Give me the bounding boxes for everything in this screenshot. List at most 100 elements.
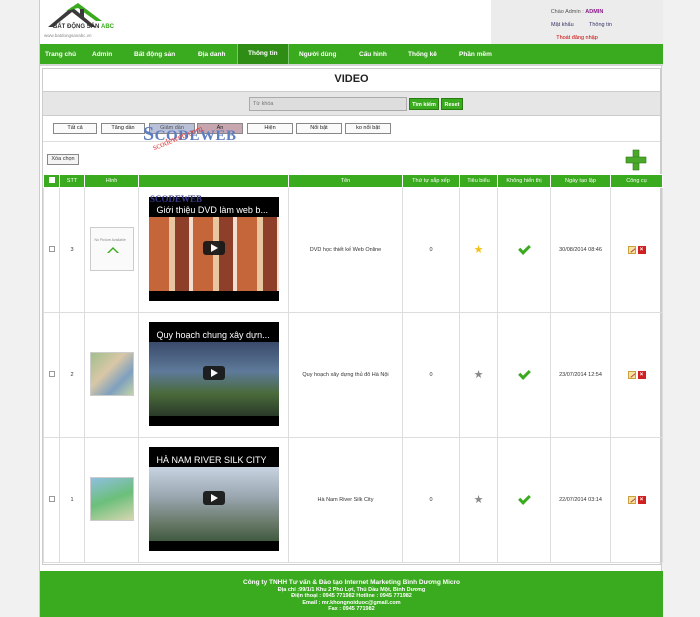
nav-item-real-estate[interactable]: Bất động sản — [134, 51, 175, 58]
video-player[interactable]: Quy hoạch chung xây dựn... — [148, 322, 279, 426]
delete-icon[interactable]: × — [637, 496, 646, 504]
page-title: VIDEO — [334, 73, 369, 85]
no-picture-thumbnail[interactable]: No Picture Available — [89, 227, 134, 271]
star-not-featured-icon[interactable]: ★ — [474, 494, 484, 506]
row-name: DVD học thiết kế Web Online — [288, 187, 403, 313]
col-header-tools: Công cụ — [610, 174, 663, 188]
nav-item-admin[interactable]: Admin — [92, 51, 112, 58]
row-tools-cell: × — [610, 312, 663, 438]
col-header-order: Thứ tự sắp xếp — [402, 174, 460, 188]
checkmark-icon[interactable] — [517, 244, 531, 254]
star-not-featured-icon[interactable]: ★ — [474, 369, 484, 381]
nav-item-places[interactable]: Địa danh — [198, 51, 225, 58]
delete-icon[interactable]: × — [637, 246, 646, 254]
row-featured-cell: ★ — [459, 187, 498, 313]
row-select-cell — [43, 437, 60, 563]
row-checkbox[interactable] — [48, 246, 55, 252]
reset-button[interactable]: Reset — [441, 98, 463, 110]
user-box: Chào Admin : ADMIN Mật khẩu Thông tin Th… — [491, 0, 663, 44]
col-header-featured: Tiêu biểu — [459, 174, 498, 188]
nav-item-config[interactable]: Cấu hình — [359, 51, 387, 58]
col-header-created: Ngày tạo lập — [550, 174, 611, 188]
play-icon[interactable] — [202, 491, 225, 505]
play-icon[interactable] — [202, 241, 225, 255]
logo-text: BẤT ĐỘNG SẢN ABC — [53, 24, 115, 30]
row-select-cell — [43, 312, 60, 438]
row-created: 23/07/2014 12:54 — [550, 312, 611, 438]
row-created: 30/08/2014 08:46 — [550, 187, 611, 313]
row-checkbox[interactable] — [48, 496, 55, 502]
content-box: VIDEO Tìm kiếm Reset Tất cả Tăng dần Giả… — [42, 68, 663, 565]
row-select-cell — [43, 187, 60, 313]
col-header-hidden: Không hiển thị — [497, 174, 551, 188]
table-header-row: STT Hình Tên Thứ tự sắp xếp Tiêu biểu Kh… — [43, 174, 663, 188]
video-title: Giới thiệu DVD làm web b... — [156, 205, 268, 215]
edit-icon[interactable] — [627, 371, 636, 379]
row-stt: 2 — [59, 312, 85, 438]
table-row: 1 HÀ NAM RIVER SILK CITY Hà Nam River Si… — [43, 437, 663, 563]
main-nav: Trang chủ Admin Bất động sản Địa danh Th… — [40, 44, 663, 66]
col-header-stt: STT — [59, 174, 85, 188]
info-link[interactable]: Thông tin — [589, 22, 612, 28]
row-order: 0 — [402, 187, 460, 313]
video-table: STT Hình Tên Thứ tự sắp xếp Tiêu biểu Kh… — [43, 174, 663, 563]
filter-all-button[interactable]: Tất cả — [53, 123, 97, 134]
row-stt: 1 — [59, 437, 85, 563]
table-row: 2 Quy hoạch chung xây dựn... Quy hoạch x… — [43, 312, 663, 438]
video-player[interactable]: HÀ NAM RIVER SILK CITY — [148, 447, 279, 551]
delete-selected-button[interactable]: Xóa chọn — [47, 154, 79, 165]
search-bar: Tìm kiếm Reset — [43, 91, 660, 116]
star-featured-icon[interactable]: ★ — [474, 244, 484, 256]
delete-icon[interactable]: × — [637, 371, 646, 379]
select-all-header — [43, 174, 60, 188]
footer-fax: Fax : 0945 771982 — [328, 606, 375, 612]
edit-icon[interactable] — [627, 246, 636, 254]
filter-featured-button[interactable]: Nổi bật — [296, 123, 342, 134]
select-all-checkbox[interactable] — [48, 177, 55, 183]
video-player[interactable]: Giới thiệu DVD làm web b... — [148, 197, 279, 301]
row-checkbox[interactable] — [48, 371, 55, 377]
row-stt: 3 — [59, 187, 85, 313]
play-icon[interactable] — [202, 366, 225, 380]
row-thumb-cell — [84, 437, 139, 563]
search-button[interactable]: Tìm kiếm — [409, 98, 439, 110]
logo-url: www.batdongsanabc.vn — [44, 33, 92, 38]
nav-item-info[interactable]: Thông tin — [237, 44, 289, 64]
username: ADMIN — [585, 9, 604, 15]
row-hidden-cell — [497, 437, 551, 563]
image-thumbnail[interactable] — [89, 477, 134, 521]
col-header-image: Hình — [84, 174, 139, 188]
search-input[interactable] — [249, 97, 407, 111]
table-row: 3 No Picture Available Giới thiệu DVD là… — [43, 187, 663, 313]
row-hidden-cell — [497, 312, 551, 438]
nav-item-users[interactable]: Người dùng — [299, 51, 337, 58]
row-tools-cell: × — [610, 437, 663, 563]
col-header-video — [138, 174, 289, 188]
row-name: Hà Nam River Silk City — [288, 437, 403, 563]
watermark-text: SCODEWEB — [150, 194, 203, 204]
edit-icon[interactable] — [627, 496, 636, 504]
row-created: 22/07/2014 03:14 — [550, 437, 611, 563]
row-video-cell: Quy hoạch chung xây dựn... — [138, 312, 289, 438]
video-title: HÀ NAM RIVER SILK CITY — [156, 455, 267, 465]
nav-item-home[interactable]: Trang chủ — [45, 51, 76, 58]
greeting: Chào Admin : ADMIN — [550, 9, 604, 15]
filter-asc-button[interactable]: Tăng dần — [101, 123, 145, 134]
row-video-cell: HÀ NAM RIVER SILK CITY — [138, 437, 289, 563]
logout-link[interactable]: Thoát đăng nhập — [491, 35, 663, 41]
row-thumb-cell — [84, 312, 139, 438]
row-featured-cell: ★ — [459, 437, 498, 563]
add-plus-icon[interactable] — [625, 149, 647, 171]
list-toolbar: Xóa chọn — [43, 141, 660, 173]
row-thumb-cell: No Picture Available — [84, 187, 139, 313]
filter-visible-button[interactable]: Hiện — [247, 123, 293, 134]
checkmark-icon[interactable] — [517, 369, 531, 379]
checkmark-icon[interactable] — [517, 494, 531, 504]
row-hidden-cell — [497, 187, 551, 313]
password-link[interactable]: Mật khẩu — [551, 22, 574, 28]
nav-item-software[interactable]: Phần mềm — [459, 51, 492, 58]
nav-item-stats[interactable]: Thống kê — [408, 51, 437, 58]
image-thumbnail[interactable] — [89, 352, 134, 396]
house-placeholder-icon — [106, 247, 119, 253]
filter-not-featured-button[interactable]: ko nổi bật — [345, 123, 391, 134]
